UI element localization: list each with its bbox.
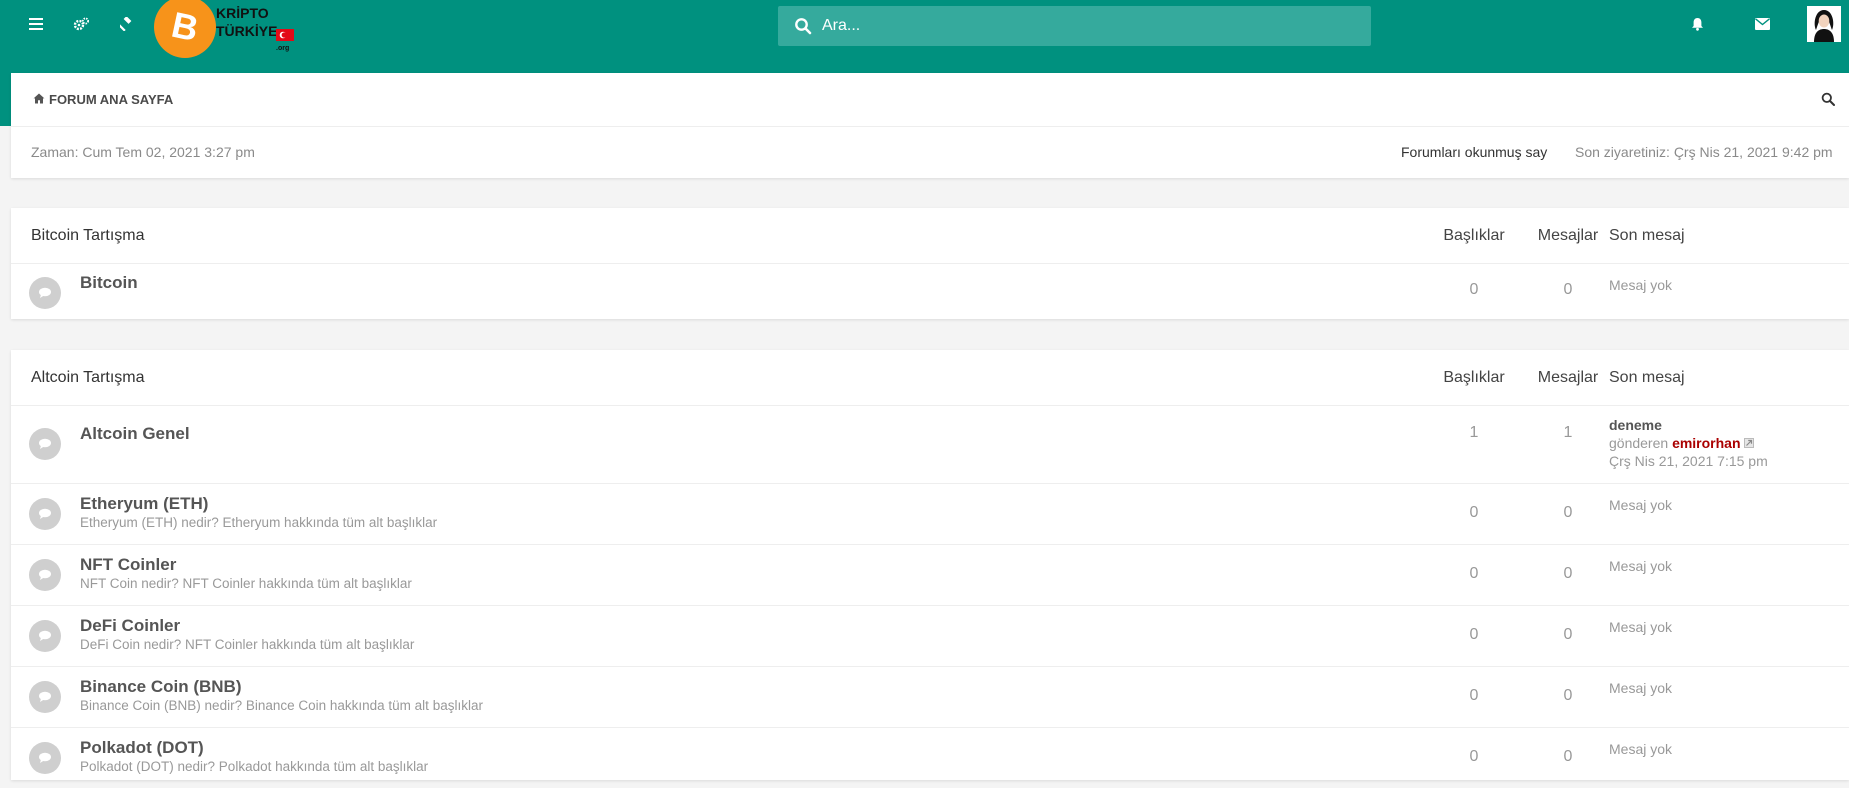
user-avatar[interactable] xyxy=(1806,6,1842,42)
site-logo[interactable]: B KRİPTO TÜRKİYE .org xyxy=(154,0,299,58)
column-topics: Başlıklar xyxy=(1443,227,1505,244)
forum-description: NFT Coin nedir? NFT Coinler hakkında tüm… xyxy=(80,576,412,591)
logo-text-2: TÜRKİYE xyxy=(216,23,277,39)
forum-topic-count: 0 xyxy=(1469,626,1479,643)
home-link-label: FORUM ANA SAYFA xyxy=(49,92,174,107)
accent-strip xyxy=(0,73,11,126)
forum-description: Etheryum (ETH) nedir? Etheryum hakkında … xyxy=(80,515,438,530)
gavel-icon[interactable] xyxy=(115,12,139,36)
forum-topic-count: 0 xyxy=(1469,504,1479,521)
logo-text-3: .org xyxy=(276,45,289,52)
forum-post-count: 0 xyxy=(1563,626,1573,643)
notification-bell-icon[interactable] xyxy=(1685,12,1709,36)
info-row: Zaman: Cum Tem 02, 2021 3:27 pm Forumlar… xyxy=(11,126,1849,178)
category-bitcoin: Bitcoin Tartışma Başlıklar Mesajlar Son … xyxy=(11,208,1849,319)
forum-post-count: 0 xyxy=(1563,748,1573,765)
category-altcoin: Altcoin Tartışma Başlıklar Mesajlar Son … xyxy=(11,350,1849,780)
forum-post-count: 0 xyxy=(1563,687,1573,704)
last-post-title[interactable]: deneme xyxy=(1609,416,1768,434)
column-posts: Mesajlar xyxy=(1537,227,1599,244)
nav-panel: FORUM ANA SAYFA Zaman: Cum Tem 02, 2021 … xyxy=(11,73,1849,178)
forum-last-post: Mesaj yok xyxy=(1609,558,1673,574)
forum-read-icon xyxy=(29,681,61,713)
forum-last-post: deneme gönderen emirorhan Çrş Nis 21, 20… xyxy=(1609,416,1768,470)
home-link[interactable]: FORUM ANA SAYFA xyxy=(33,73,173,126)
top-bar: B KRİPTO TÜRKİYE .org Ara... xyxy=(0,0,1849,73)
forum-post-count: 0 xyxy=(1563,565,1573,582)
forum-last-post: Mesaj yok xyxy=(1609,680,1673,696)
forum-row[interactable]: Bitcoin 0 0 Mesaj yok xyxy=(11,264,1849,319)
forum-topic-count: 0 xyxy=(1469,281,1479,298)
category-header: Altcoin Tartışma Başlıklar Mesajlar Son … xyxy=(11,350,1849,406)
search-icon[interactable] xyxy=(1821,92,1835,111)
search-icon xyxy=(794,17,812,40)
forum-title[interactable]: NFT Coinler xyxy=(80,555,176,575)
forum-description: Binance Coin (BNB) nedir? Binance Coin h… xyxy=(80,698,483,713)
logo-text-1: KRİPTO xyxy=(216,5,269,21)
forum-last-post: Mesaj yok xyxy=(1609,741,1673,757)
column-last-post: Son mesaj xyxy=(1609,369,1685,386)
search-input[interactable]: Ara... xyxy=(822,6,860,46)
cogs-icon[interactable] xyxy=(69,12,93,36)
forum-row[interactable]: DeFi Coinler DeFi Coin nedir? NFT Coinle… xyxy=(11,606,1849,667)
category-header: Bitcoin Tartışma Başlıklar Mesajlar Son … xyxy=(11,208,1849,264)
forum-post-count: 1 xyxy=(1563,424,1573,441)
forum-description: Polkadot (DOT) nedir? Polkadot hakkında … xyxy=(80,759,429,774)
mail-icon[interactable] xyxy=(1750,12,1774,36)
forum-post-count: 0 xyxy=(1563,281,1573,298)
forum-title[interactable]: Binance Coin (BNB) xyxy=(80,677,242,697)
forum-topic-count: 0 xyxy=(1469,748,1479,765)
forum-title[interactable]: Etheryum (ETH) xyxy=(80,494,208,514)
forum-topic-count: 0 xyxy=(1469,565,1479,582)
forum-last-post: Mesaj yok xyxy=(1609,277,1673,293)
search-bar[interactable]: Ara... xyxy=(778,6,1371,46)
forum-last-post: Mesaj yok xyxy=(1609,497,1673,513)
forum-title[interactable]: Altcoin Genel xyxy=(80,424,190,444)
forum-read-icon xyxy=(29,559,61,591)
mark-forums-read-link[interactable]: Forumları okunmuş say xyxy=(1401,126,1547,178)
forum-read-icon xyxy=(29,620,61,652)
navbar: FORUM ANA SAYFA xyxy=(11,73,1849,127)
forum-read-icon xyxy=(29,498,61,530)
column-last-post: Son mesaj xyxy=(1609,227,1685,244)
forum-read-icon xyxy=(29,277,61,309)
forum-row[interactable]: Binance Coin (BNB) Binance Coin (BNB) ne… xyxy=(11,667,1849,728)
forum-last-post: Mesaj yok xyxy=(1609,619,1673,635)
forum-row[interactable]: Altcoin Genel 1 1 deneme gönderen emiror… xyxy=(11,406,1849,484)
forum-title[interactable]: DeFi Coinler xyxy=(80,616,180,636)
forum-row[interactable]: Etheryum (ETH) Etheryum (ETH) nedir? Eth… xyxy=(11,484,1849,545)
column-topics: Başlıklar xyxy=(1443,369,1505,386)
forum-title[interactable]: Polkadot (DOT) xyxy=(80,738,204,758)
forum-topic-count: 1 xyxy=(1469,424,1479,441)
last-post-author[interactable]: emirorhan xyxy=(1672,435,1740,451)
last-visit: Son ziyaretiniz: Çrş Nis 21, 2021 9:42 p… xyxy=(1575,144,1833,160)
forum-read-icon xyxy=(29,428,61,460)
forum-description: DeFi Coin nedir? NFT Coinler hakkında tü… xyxy=(80,637,415,652)
last-post-by-label: gönderen xyxy=(1609,435,1669,451)
category-title[interactable]: Altcoin Tartışma xyxy=(31,350,145,405)
forum-topic-count: 0 xyxy=(1469,687,1479,704)
forum-title[interactable]: Bitcoin xyxy=(80,273,138,293)
home-icon xyxy=(33,73,45,126)
view-latest-post-icon[interactable] xyxy=(1744,435,1755,451)
current-time: Zaman: Cum Tem 02, 2021 3:27 pm xyxy=(31,144,255,160)
menu-icon[interactable] xyxy=(24,12,48,36)
column-posts: Mesajlar xyxy=(1537,369,1599,386)
forum-post-count: 0 xyxy=(1563,504,1573,521)
last-post-date: Çrş Nis 21, 2021 7:15 pm xyxy=(1609,453,1768,469)
category-title[interactable]: Bitcoin Tartışma xyxy=(31,208,145,263)
forum-row[interactable]: Polkadot (DOT) Polkadot (DOT) nedir? Pol… xyxy=(11,728,1849,788)
forum-read-icon xyxy=(29,742,61,774)
forum-row[interactable]: NFT Coinler NFT Coin nedir? NFT Coinler … xyxy=(11,545,1849,606)
